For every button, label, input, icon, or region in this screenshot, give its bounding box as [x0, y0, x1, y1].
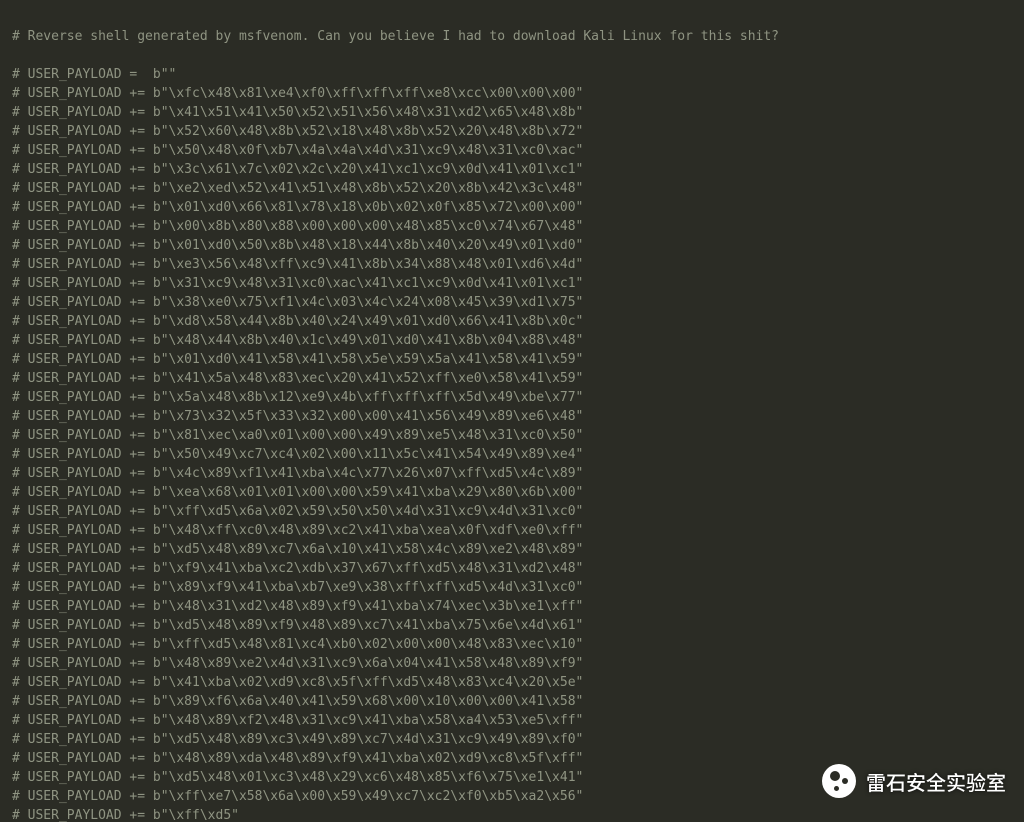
wechat-icon	[822, 764, 856, 798]
code-comment-header: # Reverse shell generated by msfvenom. C…	[12, 29, 779, 44]
watermark-text: 雷石安全实验室	[866, 772, 1006, 791]
code-editor-viewport: # Reverse shell generated by msfvenom. C…	[0, 0, 1024, 822]
watermark: 雷石安全实验室	[822, 764, 1006, 798]
payload-lines-container: # USER_PAYLOAD += b"\xfc\x48\x81\xe4\xf0…	[12, 86, 583, 822]
payload-init-line: # USER_PAYLOAD = b""	[12, 67, 176, 82]
